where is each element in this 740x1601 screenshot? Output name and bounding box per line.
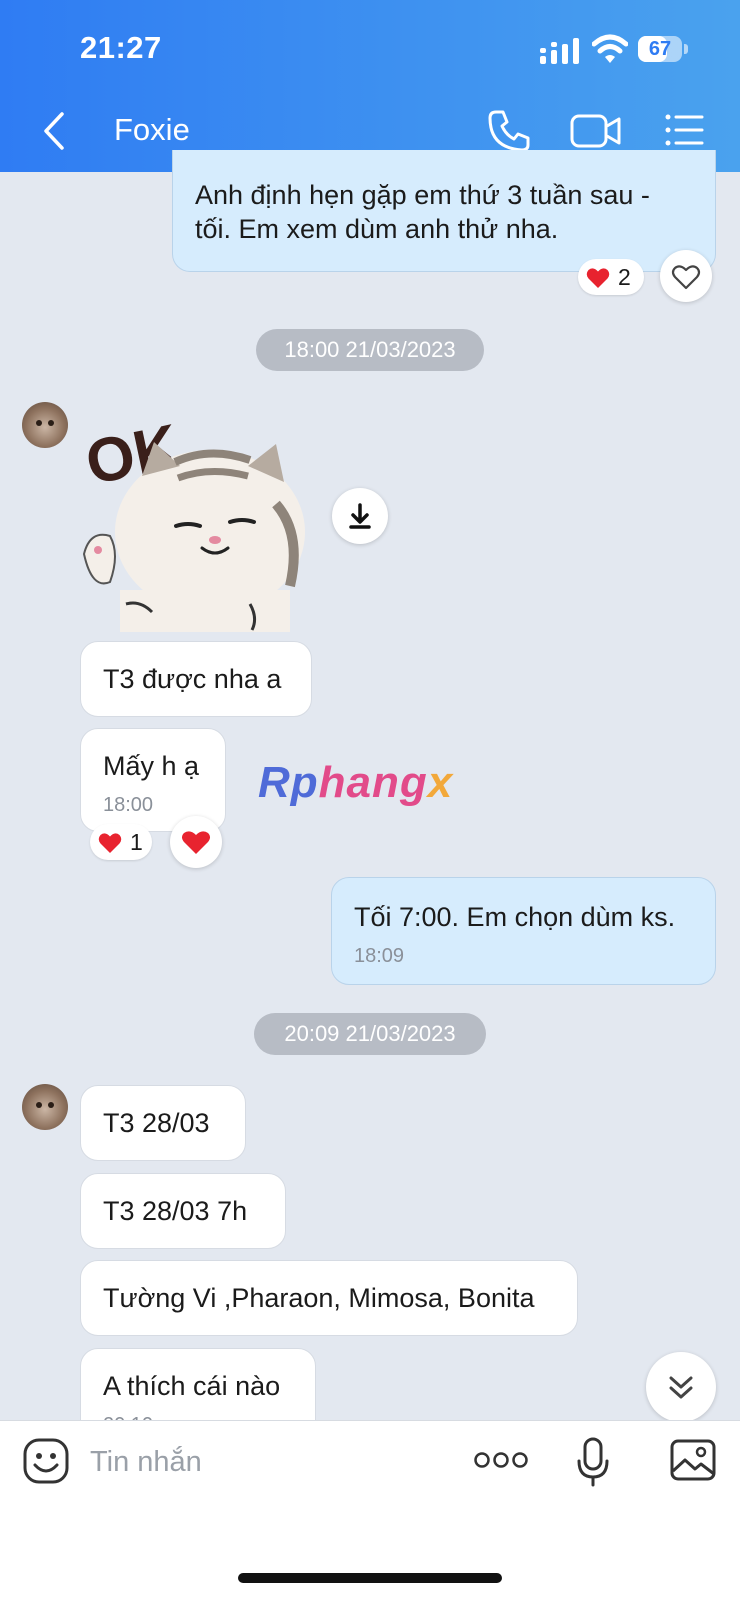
- reaction-count: 1: [130, 829, 143, 855]
- chat-header: 21:27 67 Foxie: [0, 0, 740, 172]
- incoming-message[interactable]: T3 28/03: [80, 1085, 246, 1161]
- more-dots-icon[interactable]: [474, 1449, 528, 1471]
- message-time: 18:00: [103, 794, 154, 816]
- watermark: Rphangx: [258, 758, 454, 807]
- message-text: Anh định hẹn gặp em thứ 3 tuần sau -: [195, 180, 650, 210]
- list-icon[interactable]: [664, 110, 704, 150]
- react-button[interactable]: [660, 250, 712, 302]
- outgoing-message[interactable]: Anh định hẹn gặp em thứ 3 tuần sau - tối…: [172, 150, 716, 272]
- message-time: 18:09: [354, 945, 405, 967]
- message-input[interactable]: [90, 1441, 430, 1483]
- date-separator: 18:00 21/03/2023: [256, 329, 484, 371]
- download-button[interactable]: [332, 488, 388, 544]
- back-button[interactable]: [38, 108, 74, 154]
- incoming-message[interactable]: T3 28/03 7h: [80, 1173, 286, 1249]
- phone-icon[interactable]: [486, 108, 532, 154]
- image-icon[interactable]: [670, 1439, 716, 1481]
- microphone-icon[interactable]: [576, 1437, 610, 1487]
- avatar[interactable]: [22, 402, 68, 448]
- home-indicator[interactable]: [238, 1573, 502, 1583]
- sticker-message[interactable]: OK: [80, 404, 310, 632]
- message-text: T3 được nha a: [103, 664, 282, 694]
- cellular-signal-icon: [540, 38, 579, 64]
- message-text: T3 28/03: [103, 1108, 210, 1138]
- heart-outline-icon: [671, 265, 701, 290]
- download-icon: [349, 503, 371, 529]
- message-text: T3 28/03 7h: [103, 1196, 248, 1226]
- react-button[interactable]: [170, 816, 222, 868]
- incoming-message[interactable]: Tường Vi ,Pharaon, Mimosa, Bonita: [80, 1260, 578, 1336]
- heart-icon: [586, 268, 610, 288]
- emoji-icon[interactable]: [22, 1437, 70, 1485]
- battery-level: 67: [648, 38, 672, 60]
- wifi-icon: [592, 34, 628, 63]
- heart-icon: [98, 833, 122, 853]
- avatar[interactable]: [22, 1084, 68, 1130]
- message-text: Mấy h ạ: [103, 751, 200, 781]
- video-camera-icon[interactable]: [570, 110, 622, 152]
- scroll-to-bottom-button[interactable]: [646, 1352, 716, 1422]
- incoming-message[interactable]: T3 được nha a: [80, 641, 312, 717]
- status-time: 21:27: [80, 30, 162, 65]
- contact-name[interactable]: Foxie: [114, 112, 190, 148]
- double-chevron-down-icon: [669, 1376, 693, 1399]
- cat-sticker: OK: [80, 412, 305, 632]
- message-text: Tường Vi ,Pharaon, Mimosa, Bonita: [103, 1283, 535, 1313]
- battery-indicator: 67: [638, 36, 688, 62]
- reaction-summary[interactable]: 2: [578, 259, 644, 295]
- message-text: Tối 7:00. Em chọn dùm ks.: [354, 902, 676, 932]
- date-separator: 20:09 21/03/2023: [254, 1013, 486, 1055]
- heart-icon: [182, 831, 210, 854]
- message-text: tối. Em xem dùm anh thử nha.: [195, 214, 559, 244]
- outgoing-message[interactable]: Tối 7:00. Em chọn dùm ks. 18:09: [331, 877, 716, 985]
- reaction-count: 2: [618, 264, 631, 290]
- message-text: A thích cái nào: [103, 1371, 281, 1401]
- reaction-summary[interactable]: 1: [90, 824, 152, 860]
